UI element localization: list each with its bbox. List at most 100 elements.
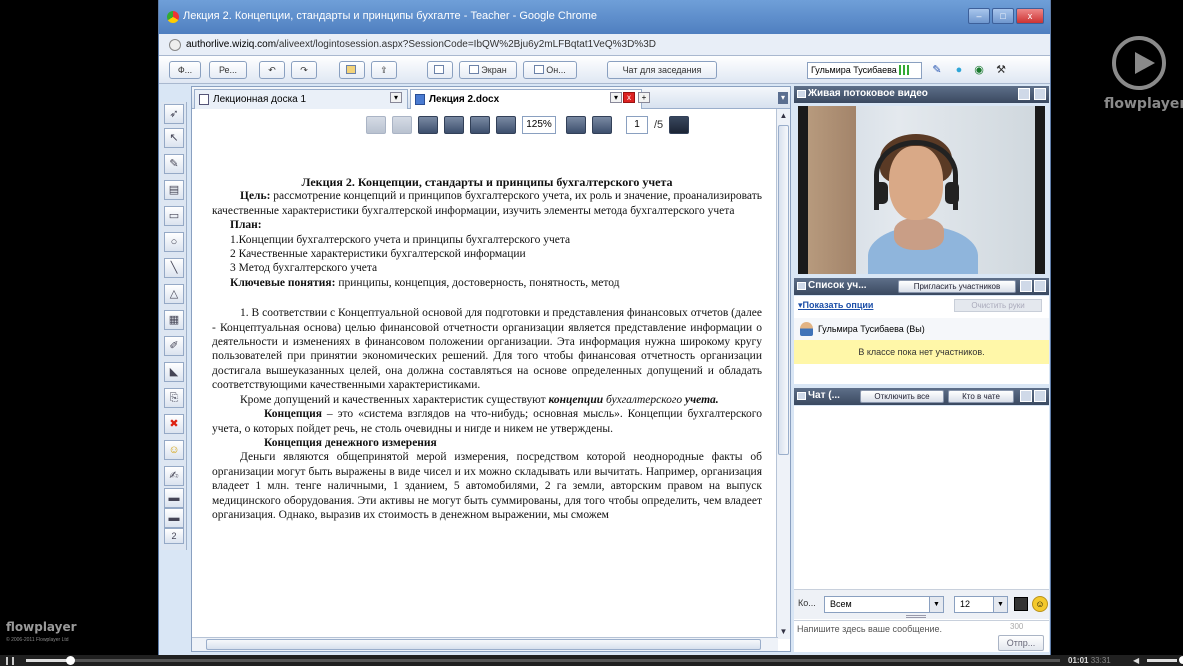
pen-icon[interactable]: ✎ [929,63,945,78]
close-button[interactable]: x [1016,8,1044,24]
invite-participants-button[interactable]: Пригласить участников [898,280,1016,293]
select-arrow-icon[interactable]: ➶ [164,104,184,124]
circle-icon[interactable]: ○ [164,232,184,252]
who-in-chat-button[interactable]: Кто в чате [948,390,1014,403]
microphone-icon[interactable]: ● [951,63,967,78]
prev-page-button[interactable] [392,116,412,134]
goal-text: рассмотрение концепций и принципов бухга… [212,190,762,217]
play-icon[interactable] [1112,36,1166,90]
open-folder-button[interactable] [339,61,365,79]
volume-icon[interactable]: ◀ [1133,656,1139,665]
font-size-select[interactable]: 12 ▼ [954,596,1008,613]
chevron-down-icon[interactable]: ▼ [929,597,943,612]
toolbar-button-f[interactable]: Ф... [169,61,201,79]
stroke-width-icon[interactable]: ▬ [164,508,184,528]
text-tool-icon[interactable]: ▤ [164,180,184,200]
video-minimize-icon[interactable] [1018,88,1030,100]
redo-button[interactable]: ↷ [291,61,317,79]
page-info-icon[interactable] [169,39,181,51]
pause-icon[interactable] [6,657,14,665]
seek-bar[interactable] [26,659,1060,662]
online-button[interactable]: Он... [523,61,577,79]
horizontal-scrollbar[interactable] [192,637,778,651]
pointer-icon[interactable]: ↖ [164,128,184,148]
fullscreen-button[interactable] [669,116,690,134]
chat-expand-icon[interactable] [1034,390,1046,402]
user-avatar-icon [800,322,813,336]
player-watermark: flowplayer [6,620,77,634]
vertical-scroll-thumb[interactable] [778,125,789,455]
url-text[interactable]: authorlive.wiziq.com/aliveext/logintoses… [186,39,656,50]
undo-button[interactable]: ↶ [259,61,285,79]
next-page-button[interactable] [418,116,438,134]
address-bar[interactable]: authorlive.wiziq.com/aliveext/logintoses… [159,34,1050,56]
webcam-icon[interactable]: ◉ [971,63,987,78]
add-tab-icon[interactable]: + [638,92,650,103]
minimize-button[interactable]: – [968,8,990,24]
tab-close-icon[interactable]: x [623,92,635,103]
table-icon[interactable]: ▦ [164,310,184,330]
pencil-icon[interactable]: ✎ [164,154,184,174]
panel-menu-icon[interactable]: ▾ [778,92,788,104]
clear-hands-button[interactable]: Очистить руки [954,299,1042,312]
attendee-row[interactable]: Гульмира Тусибаева (Вы) [794,318,1049,340]
video-expand-icon[interactable] [1034,88,1046,100]
recipient-value: Всем [830,599,852,609]
seek-handle[interactable] [66,656,75,665]
volume-handle[interactable] [1179,656,1183,664]
session-chat-button[interactable]: Чат для заседания [607,61,717,79]
resize-grip-icon[interactable] [906,615,926,618]
chat-input[interactable]: Напишите здесь ваше сообщение. 300 Отпр.… [794,620,1049,652]
recipient-select[interactable]: Всем ▼ [824,596,944,613]
eraser-icon[interactable]: ◣ [164,362,184,382]
screen-share-button[interactable]: Экран [459,61,517,79]
copy-icon[interactable]: ⎘ [164,388,184,408]
zoom-level[interactable]: 125% [522,116,556,134]
scroll-down-icon[interactable]: ▼ [778,626,789,638]
attendees-expand-icon[interactable] [1034,280,1046,292]
vertical-scrollbar[interactable]: ▲ ▼ [776,109,790,639]
zoom-out-button[interactable] [566,116,586,134]
paint-icon[interactable]: ✍ [164,466,184,486]
page-number-tool[interactable]: 2 [164,528,184,544]
tab-lecture-doc[interactable]: Лекция 2.docx [410,89,642,109]
toolbar-button-re[interactable]: Ре... [209,61,247,79]
line-icon[interactable]: ╲ [164,258,184,278]
headset-left-ear [874,182,888,204]
attendees-minimize-icon[interactable] [1020,280,1032,292]
show-options-link[interactable]: ▾Показать опции [798,300,873,311]
emoticon-icon[interactable]: ☺ [164,440,184,460]
signal-strength-icon [899,65,911,75]
volume-slider[interactable] [1147,659,1177,662]
accounting-term-end: учета. [685,393,719,406]
text-color-picker[interactable] [1014,597,1028,611]
chevron-down-icon[interactable]: ▼ [993,597,1007,612]
rectangle-icon[interactable]: ▭ [164,206,184,226]
zoom-in-button[interactable] [592,116,612,134]
page-input[interactable]: 1 [626,116,648,134]
highlighter-icon[interactable]: ✐ [164,336,184,356]
delete-icon[interactable]: ✖ [164,414,184,434]
settings-wrench-icon[interactable]: ⚒ [993,63,1009,78]
horizontal-scroll-thumb[interactable] [206,639,761,650]
paragraph-4: Деньги являются общепринятой мерой измер… [212,451,762,521]
document-button[interactable] [427,61,453,79]
first-page-button[interactable] [366,116,386,134]
tab-whiteboard[interactable]: Лекционная доска 1 [194,89,408,109]
paragraph-2: Кроме допущений и качественных характери… [212,393,762,407]
rotate-right-button[interactable] [496,116,516,134]
chat-minimize-icon[interactable] [1020,390,1032,402]
rotate-left-button[interactable] [470,116,490,134]
last-page-button[interactable] [444,116,464,134]
upload-button[interactable]: ⇪ [371,61,397,79]
emoticon-picker-icon[interactable]: ☺ [1032,596,1048,612]
tab-doc-menu-icon[interactable]: ▾ [610,92,622,103]
tab-whiteboard-menu-icon[interactable]: ▾ [390,92,402,103]
send-button[interactable]: Отпр... [998,635,1044,651]
pen-style-icon[interactable]: ▬ [164,488,184,508]
triangle-icon[interactable]: △ [164,284,184,304]
document-content: Лекция 2. Концепции, стандарты и принцип… [212,175,762,522]
scroll-up-icon[interactable]: ▲ [778,110,789,122]
mute-all-button[interactable]: Отключить все [860,390,944,403]
maximize-button[interactable]: □ [992,8,1014,24]
